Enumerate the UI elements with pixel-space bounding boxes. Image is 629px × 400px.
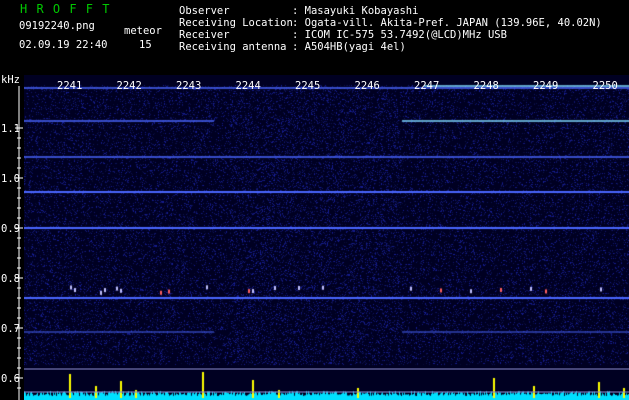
y-tick-label: 0.8 xyxy=(1,273,20,285)
minute-label: 2250 xyxy=(592,80,618,92)
y-tick-label: 0.6 xyxy=(1,373,20,385)
minute-label: 2246 xyxy=(354,80,380,92)
meteor-label: meteor xyxy=(124,25,162,37)
info-label-antenna: Receiving antenna xyxy=(179,41,287,53)
y-tick-label: 0.9 xyxy=(1,223,20,235)
info-value-antenna: : A504HB(yagi 4el) xyxy=(292,41,406,53)
minute-label: 2245 xyxy=(295,80,321,92)
y-axis-ticks xyxy=(15,127,23,389)
y-axis-unit: kHz xyxy=(1,74,20,86)
meteor-count: 15 xyxy=(139,39,152,51)
spectrogram-canvas xyxy=(24,75,629,400)
minute-label: 2249 xyxy=(533,80,559,92)
app-title: H R O F F T xyxy=(20,2,111,16)
info-value-location: : Ogata-vill. Akita-Pref. JAPAN (139.96E… xyxy=(292,17,602,29)
y-tick-label: 1.0 xyxy=(1,173,20,185)
minute-label: 2247 xyxy=(414,80,440,92)
minute-label: 2244 xyxy=(235,80,261,92)
info-label-receiver: Receiver xyxy=(179,29,230,41)
minute-label: 2243 xyxy=(176,80,202,92)
y-tick-label: 0.7 xyxy=(1,323,20,335)
file-name: 09192240.png xyxy=(19,20,95,32)
observation-datetime: 02.09.19 22:40 xyxy=(19,39,108,51)
minute-label: 2248 xyxy=(473,80,499,92)
info-label-observer: Observer xyxy=(179,5,230,17)
y-tick-label: 1.1 xyxy=(1,123,20,135)
info-label-location: Receiving Location xyxy=(179,17,293,29)
info-value-receiver: : ICOM IC-575 53.7492(@LCD)MHz USB xyxy=(292,29,507,41)
minute-label: 2242 xyxy=(116,80,142,92)
info-value-observer: : Masayuki Kobayashi xyxy=(292,5,419,17)
minute-label: 2241 xyxy=(57,80,83,92)
